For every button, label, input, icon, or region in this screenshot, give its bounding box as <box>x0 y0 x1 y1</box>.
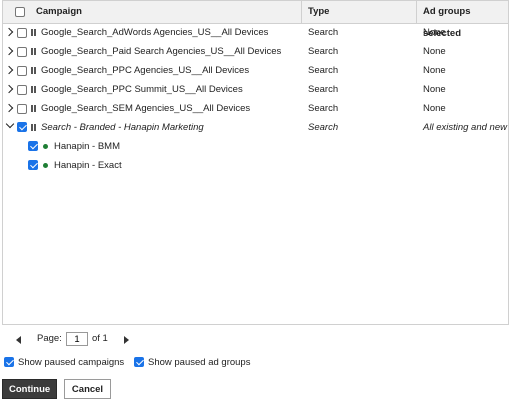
column-divider <box>416 1 417 23</box>
paused-icon <box>31 67 37 75</box>
column-header-ad-groups[interactable]: Ad groups selected <box>423 1 508 39</box>
campaign-name[interactable]: Google_Search_AdWords Agencies_US__All D… <box>41 23 268 42</box>
table-row[interactable]: Google_Search_AdWords Agencies_US__All D… <box>3 23 508 42</box>
table-row[interactable]: Google_Search_PPC Summit_US__All Devices… <box>3 80 508 99</box>
enabled-status-icon <box>43 144 48 149</box>
campaign-type: Search <box>308 65 339 76</box>
previous-page-icon[interactable] <box>16 336 21 344</box>
paused-icon <box>31 105 37 113</box>
cancel-button[interactable]: Cancel <box>64 379 111 399</box>
row-checkbox[interactable] <box>17 85 27 95</box>
row-checkbox[interactable] <box>17 66 27 76</box>
ad-group-checkbox[interactable] <box>28 160 38 170</box>
ad-groups-selected: None <box>423 46 446 57</box>
paused-icon <box>31 86 37 94</box>
pagination: Page: of 1 <box>0 330 512 350</box>
paused-icon <box>31 124 37 132</box>
table-header: Campaign Type Ad groups selected <box>3 1 508 39</box>
select-all-checkbox[interactable] <box>15 7 25 17</box>
continue-button[interactable]: Continue <box>2 379 57 399</box>
chevron-right-icon[interactable] <box>5 99 15 118</box>
column-header-type[interactable]: Type <box>308 1 329 23</box>
campaign-type: Search <box>308 84 339 95</box>
campaign-type: Search <box>308 27 339 38</box>
column-header-campaign[interactable]: Campaign <box>36 1 82 23</box>
show-paused-ad-groups-checkbox[interactable] <box>134 357 144 367</box>
column-divider <box>301 1 302 23</box>
next-page-icon[interactable] <box>124 336 129 344</box>
table-row[interactable]: Search - Branded - Hanapin Marketing Sea… <box>3 118 508 137</box>
campaign-name[interactable]: Google_Search_Paid Search Agencies_US__A… <box>41 42 281 61</box>
page-number-input[interactable] <box>66 332 88 346</box>
table-row[interactable]: Google_Search_Paid Search Agencies_US__A… <box>3 42 508 61</box>
paused-icon <box>31 48 37 56</box>
ad-groups-selected: None <box>423 103 446 114</box>
page-count: of 1 <box>92 333 108 344</box>
row-checkbox[interactable] <box>17 122 27 132</box>
ad-group-name[interactable]: Hanapin - BMM <box>54 137 120 156</box>
ad-group-row[interactable]: Hanapin - BMM <box>3 137 508 156</box>
row-checkbox[interactable] <box>17 104 27 114</box>
campaign-name[interactable]: Google_Search_PPC Summit_US__All Devices <box>41 80 243 99</box>
campaign-type: Search <box>308 103 339 114</box>
campaign-type: Search <box>308 122 339 133</box>
show-paused-campaigns-label[interactable]: Show paused campaigns <box>18 357 124 369</box>
ad-groups-selected: None <box>423 27 446 38</box>
table-row[interactable]: Google_Search_PPC Agencies_US__All Devic… <box>3 61 508 80</box>
campaign-name[interactable]: Google_Search_SEM Agencies_US__All Devic… <box>41 99 250 118</box>
chevron-right-icon[interactable] <box>5 23 15 42</box>
table-row[interactable]: Google_Search_SEM Agencies_US__All Devic… <box>3 99 508 118</box>
row-checkbox[interactable] <box>17 47 27 57</box>
ad-groups-selected: All existing and new <box>423 122 507 133</box>
ad-groups-selected: None <box>423 84 446 95</box>
ad-groups-selected: None <box>423 65 446 76</box>
paused-icon <box>31 29 37 37</box>
campaign-table: Campaign Type Ad groups selected Google_… <box>2 0 509 325</box>
campaign-name[interactable]: Google_Search_PPC Agencies_US__All Devic… <box>41 61 249 80</box>
row-checkbox[interactable] <box>17 28 27 38</box>
campaign-type: Search <box>308 46 339 57</box>
chevron-right-icon[interactable] <box>5 42 15 61</box>
page-label: Page: <box>37 333 62 344</box>
show-paused-campaigns-checkbox[interactable] <box>4 357 14 367</box>
enabled-status-icon <box>43 163 48 168</box>
chevron-right-icon[interactable] <box>5 61 15 80</box>
show-paused-ad-groups-label[interactable]: Show paused ad groups <box>148 357 250 369</box>
ad-group-row[interactable]: Hanapin - Exact <box>3 156 508 175</box>
chevron-down-icon[interactable] <box>5 118 15 137</box>
ad-group-name[interactable]: Hanapin - Exact <box>54 156 122 175</box>
chevron-right-icon[interactable] <box>5 80 15 99</box>
ad-group-checkbox[interactable] <box>28 141 38 151</box>
campaign-name[interactable]: Search - Branded - Hanapin Marketing <box>41 118 204 137</box>
